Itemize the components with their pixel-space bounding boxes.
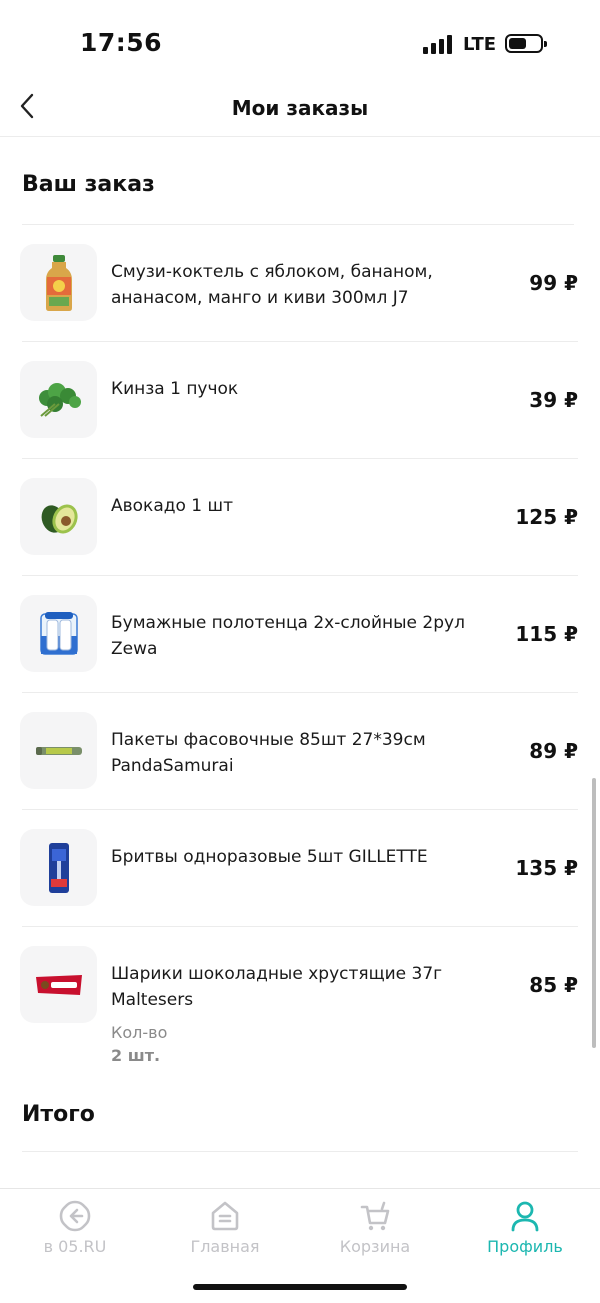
item-price: 99 ₽ — [529, 271, 578, 295]
tab-label: Профиль — [487, 1237, 563, 1256]
tab-label: Корзина — [339, 1237, 411, 1256]
back-circle-icon — [59, 1200, 91, 1232]
product-image — [20, 829, 97, 906]
tab-profile[interactable]: Профиль — [450, 1199, 600, 1256]
paper-towels-icon — [39, 611, 78, 655]
status-bar: 17:56 LTE — [0, 0, 600, 80]
item-name: Бумажные полотенца 2х-слойные 2рул Zewa — [111, 613, 465, 659]
cart-icon — [360, 1201, 390, 1231]
product-image — [20, 361, 97, 438]
nav-header: Мои заказы — [0, 80, 600, 137]
item-price: 89 ₽ — [529, 739, 578, 763]
product-image — [20, 712, 97, 789]
order-section-title: Ваш заказ — [22, 172, 155, 197]
tab-cart[interactable]: Корзина — [300, 1199, 450, 1256]
order-item[interactable]: Шарики шоколадные хрустящие 37г Malteser… — [20, 927, 578, 1087]
tab-home[interactable]: Главная — [150, 1199, 300, 1256]
divider — [22, 1151, 578, 1152]
item-name: Кинза 1 пучок — [111, 379, 239, 399]
scrollbar[interactable] — [592, 778, 596, 1048]
order-item[interactable]: Пакеты фасовочные 85шт 27*39см PandaSamu… — [20, 693, 578, 810]
item-name: Смузи-коктель с яблоком, бананом, ананас… — [111, 262, 433, 308]
order-item[interactable]: Смузи-коктель с яблоком, бананом, ананас… — [20, 225, 578, 342]
order-item[interactable]: Кинза 1 пучок 39 ₽ — [20, 342, 578, 459]
page-title: Мои заказы — [231, 96, 369, 120]
item-name: Бритвы одноразовые 5шт GILLETTE — [111, 847, 428, 867]
product-image — [20, 478, 97, 555]
profile-icon — [511, 1201, 539, 1232]
order-item[interactable]: Бритвы одноразовые 5шт GILLETTE 135 ₽ — [20, 810, 578, 927]
razors-pack-icon — [48, 842, 69, 893]
tab-label: Главная — [190, 1237, 260, 1256]
quantity-label: Кол-во — [111, 1023, 168, 1042]
product-image — [20, 595, 97, 672]
item-price: 125 ₽ — [515, 505, 578, 529]
product-image — [20, 244, 97, 321]
item-name: Авокадо 1 шт — [111, 496, 233, 516]
home-icon — [211, 1201, 239, 1231]
order-items-list: Смузи-коктель с яблоком, бананом, ананас… — [0, 225, 600, 1087]
quantity-value: 2 шт. — [111, 1046, 161, 1065]
order-item[interactable]: Авокадо 1 шт 125 ₽ — [20, 459, 578, 576]
home-indicator[interactable] — [193, 1284, 407, 1290]
tab-05ru[interactable]: в 05.RU — [0, 1199, 150, 1256]
item-price: 135 ₽ — [515, 856, 578, 880]
total-title: Итого — [22, 1102, 95, 1127]
network-type: LTE — [463, 34, 497, 55]
item-price: 39 ₽ — [529, 388, 578, 412]
status-time: 17:56 — [80, 28, 163, 57]
signal-icon — [423, 34, 453, 54]
smoothie-bottle-icon — [45, 254, 72, 311]
order-item[interactable]: Бумажные полотенца 2х-слойные 2рул Zewa … — [20, 576, 578, 693]
item-name: Пакеты фасовочные 85шт 27*39см PandaSamu… — [111, 730, 426, 776]
battery-icon — [505, 34, 547, 53]
product-image — [20, 946, 97, 1023]
bag-roll-icon — [35, 746, 82, 755]
item-price: 85 ₽ — [529, 973, 578, 997]
tab-label: в 05.RU — [43, 1237, 107, 1256]
item-name: Шарики шоколадные хрустящие 37г Malteser… — [111, 964, 443, 1010]
item-price: 115 ₽ — [515, 622, 578, 646]
cilantro-bunch-icon — [38, 382, 81, 417]
maltesers-pack-icon — [35, 974, 82, 995]
avocado-icon — [41, 503, 78, 534]
